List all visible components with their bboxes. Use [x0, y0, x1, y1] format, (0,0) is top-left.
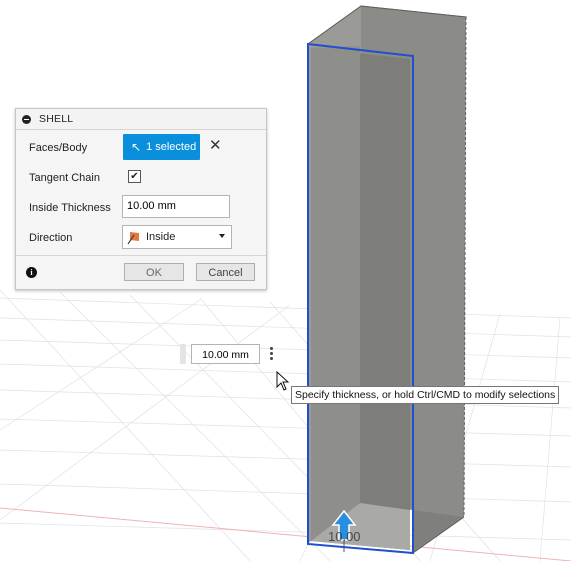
cursor-select-icon: ↖ [131, 140, 142, 154]
info-icon[interactable]: i [26, 267, 37, 278]
canvas-thickness-widget: 10.00 mm [180, 343, 283, 365]
direction-label: Direction [29, 232, 73, 244]
mouse-pointer-icon [276, 371, 290, 391]
checkmark-icon: ✔ [130, 171, 139, 182]
x-axis-line [0, 507, 571, 561]
dialog-footer: i OK Cancel [16, 255, 266, 290]
ok-button[interactable]: OK [124, 263, 184, 281]
direction-value: Inside [146, 231, 176, 243]
cancel-button[interactable]: Cancel [196, 263, 255, 281]
inside-thickness-label: Inside Thickness [29, 202, 111, 214]
dialog-title: SHELL [39, 113, 74, 125]
faces-select-label: 1 selected [146, 141, 197, 153]
direction-inside-icon [127, 232, 139, 245]
shell-body[interactable] [306, 5, 468, 555]
tangent-chain-checkbox[interactable]: ✔ [128, 170, 141, 183]
grip-icon[interactable] [180, 344, 186, 364]
canvas-thickness-input[interactable]: 10.00 mm [191, 344, 260, 364]
dimension-label: 10.00 [328, 529, 361, 544]
direction-dropdown[interactable]: Inside [122, 225, 232, 249]
faces-select-button[interactable]: ↖ 1 selected [123, 134, 200, 160]
collapse-icon[interactable] [22, 114, 31, 124]
box-inner-side [311, 46, 360, 541]
faces-body-label: Faces/Body [29, 142, 88, 154]
ground-grid [0, 289, 571, 561]
tangent-chain-label: Tangent Chain [29, 172, 100, 184]
chevron-down-icon [219, 234, 225, 238]
more-options-icon[interactable] [270, 347, 273, 361]
shell-dialog: SHELL Faces/Body ↖ 1 selected ✕ Tangent … [15, 108, 267, 290]
inside-thickness-input[interactable] [122, 195, 230, 218]
dialog-header[interactable]: SHELL [16, 109, 266, 130]
clear-selection-icon[interactable]: ✕ [209, 137, 222, 155]
tooltip: Specify thickness, or hold Ctrl/CMD to m… [291, 386, 560, 404]
